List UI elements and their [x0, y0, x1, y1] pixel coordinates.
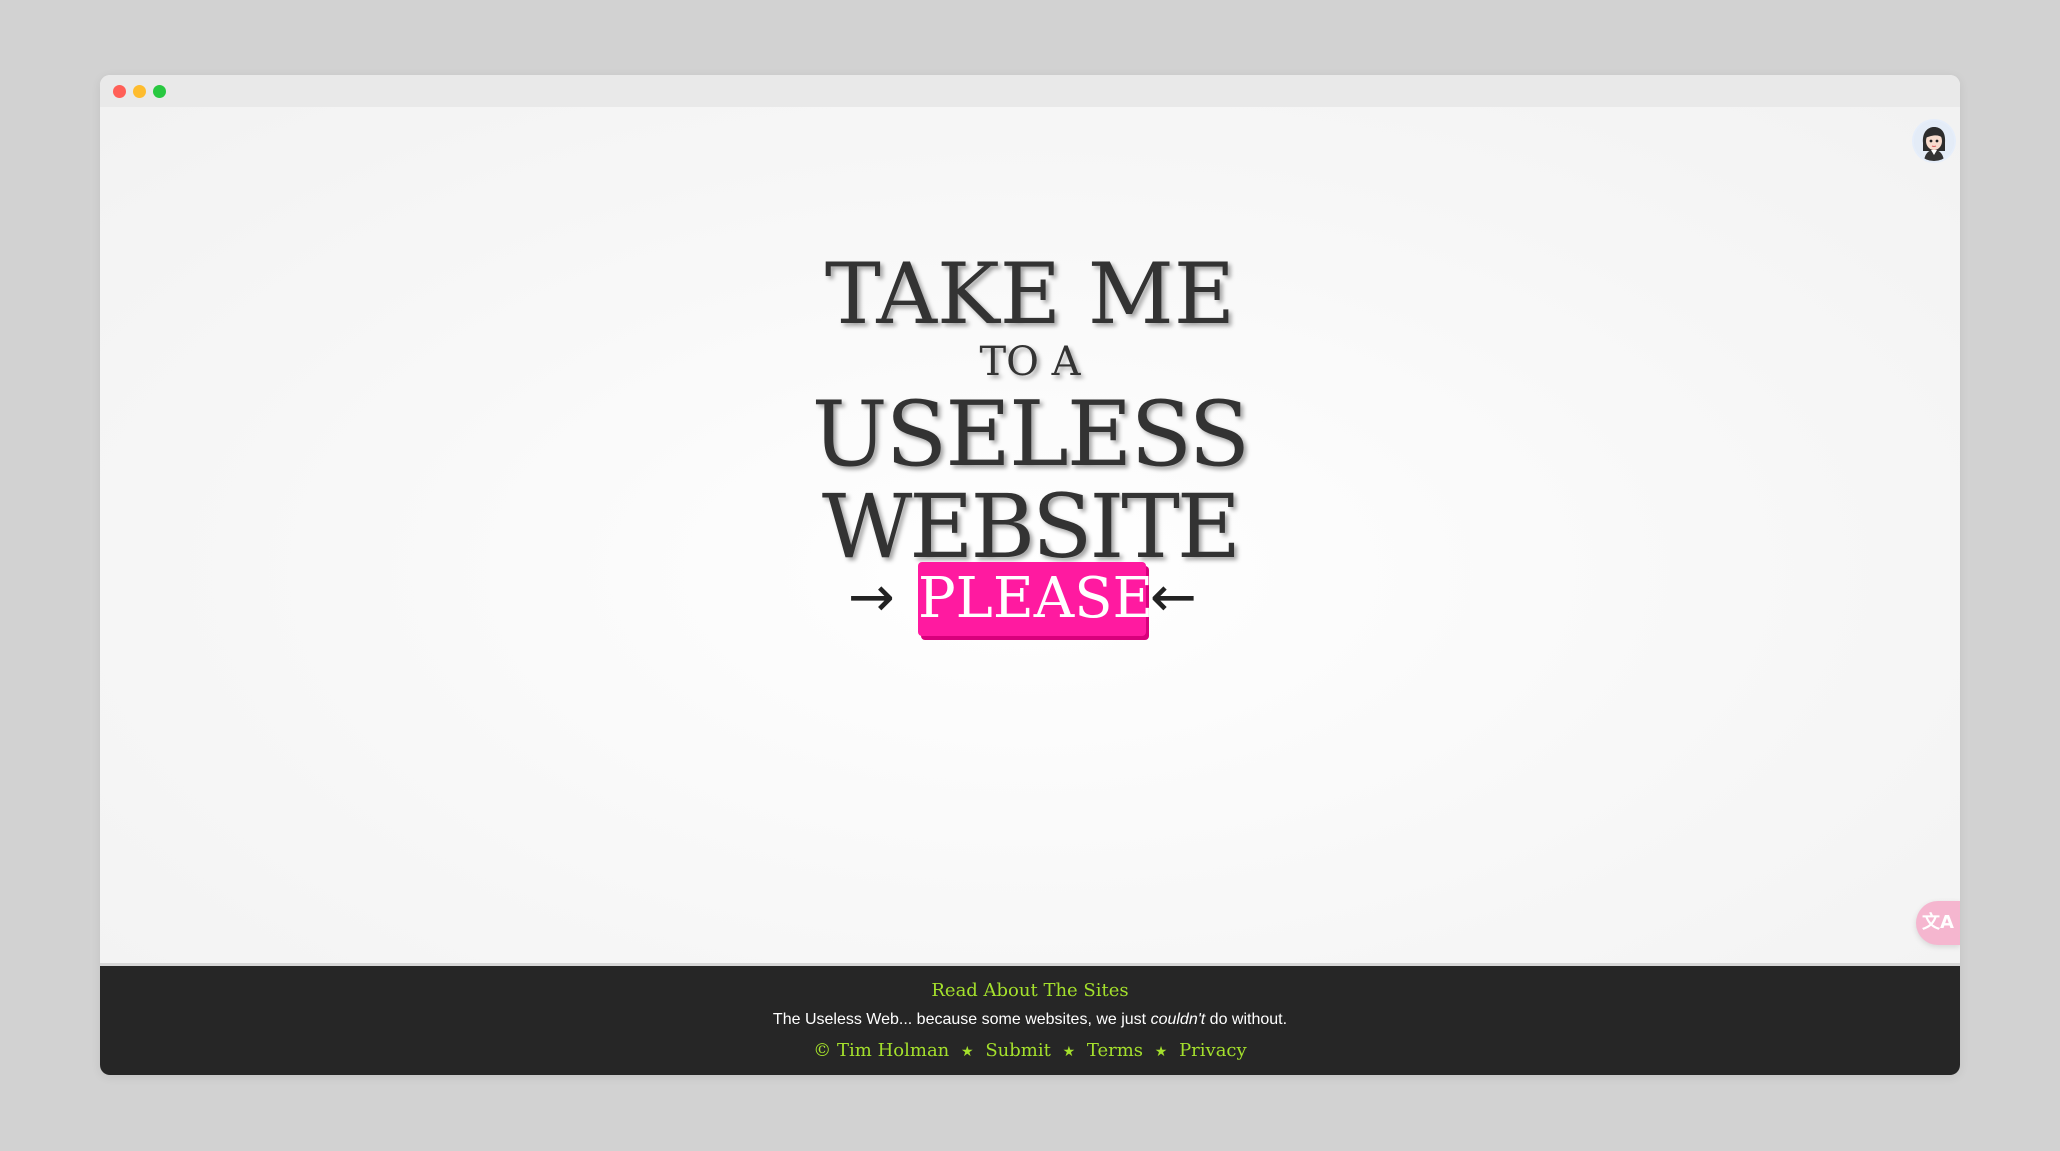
- page-content: TAKE ME TO A USELESS WEBSITE → PLEASE ← …: [100, 107, 1960, 1038]
- please-row: → PLEASE ←: [100, 562, 1960, 642]
- footer-tagline: The Useless Web... because some websites…: [100, 1011, 1960, 1029]
- privacy-link[interactable]: Privacy: [1179, 1040, 1247, 1061]
- minimize-window-button[interactable]: [133, 85, 146, 98]
- title-bar: [100, 75, 1960, 107]
- headline-useless: USELESS: [811, 382, 1250, 487]
- translate-icon[interactable]: 文A: [1916, 901, 1960, 945]
- footer: Read About The Sites The Useless Web... …: [100, 963, 1960, 1075]
- author-link[interactable]: Tim Holman: [837, 1040, 949, 1061]
- terms-link[interactable]: Terms: [1087, 1040, 1143, 1061]
- please-button[interactable]: PLEASE: [918, 562, 1153, 636]
- left-arrow-icon: ←: [1150, 565, 1197, 630]
- star-icon: ★: [1062, 1044, 1076, 1060]
- right-arrow-icon: →: [848, 565, 895, 630]
- close-window-button[interactable]: [113, 85, 126, 98]
- star-icon: ★: [1154, 1044, 1168, 1060]
- user-avatar-icon[interactable]: [1914, 121, 1954, 161]
- maximize-window-button[interactable]: [153, 85, 166, 98]
- browser-window: TAKE ME TO A USELESS WEBSITE → PLEASE ← …: [100, 75, 1960, 1075]
- headline-take-me: TAKE ME: [824, 245, 1236, 343]
- submit-link[interactable]: Submit: [985, 1040, 1051, 1061]
- read-about-sites-link[interactable]: Read About The Sites: [931, 980, 1128, 1001]
- copyright-icon: ©: [813, 1040, 832, 1061]
- tagline-start: The Useless Web... because some websites…: [772, 1011, 1151, 1028]
- star-icon: ★: [961, 1044, 974, 1060]
- footer-links: © Tim Holman ★ Submit ★ Terms ★ Privacy: [100, 1040, 1960, 1061]
- tagline-end: do without.: [1205, 1011, 1288, 1028]
- headline-to-a: TO A: [979, 339, 1081, 385]
- tagline-emphasis: couldn't: [1150, 1011, 1206, 1028]
